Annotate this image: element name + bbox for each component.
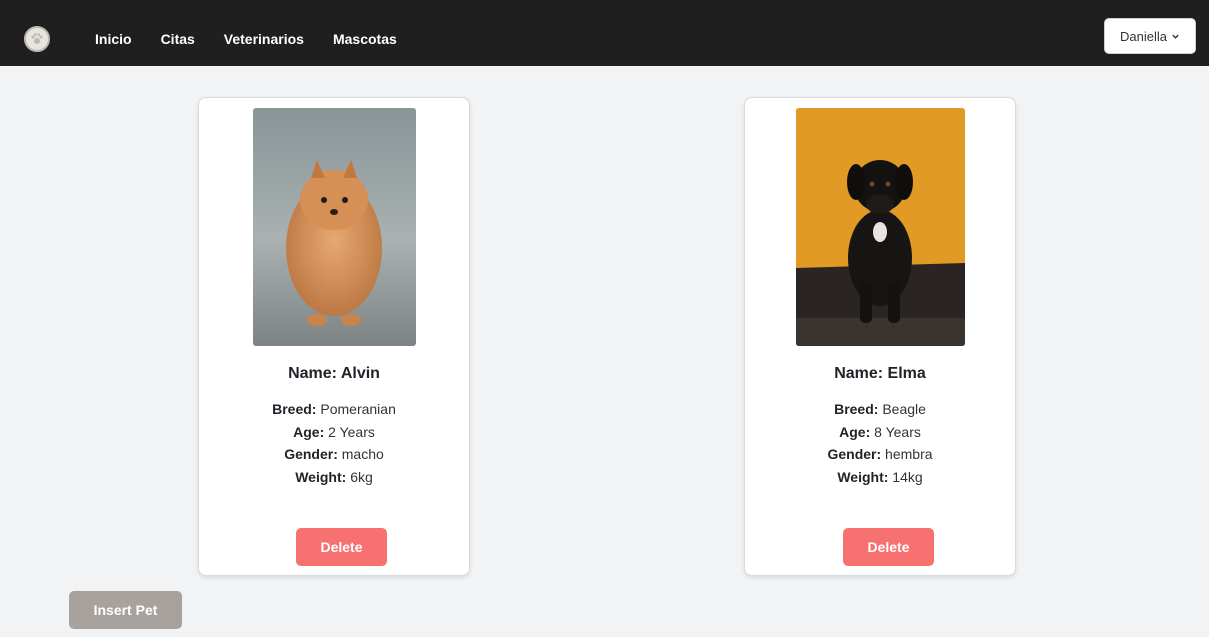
pet-photo [796, 108, 965, 346]
insert-pet-button[interactable]: Insert Pet [69, 591, 182, 629]
nav-link-inicio[interactable]: Inicio [95, 30, 132, 48]
pet-age-row: Age: 8 Years [745, 421, 1015, 444]
pet-card-alvin: Name: Alvin Breed: Pomeranian Age: 2 Yea… [198, 97, 470, 576]
weight-value: 14kg [892, 468, 923, 485]
nav-links: Inicio Citas Veterinarios Mascotas [95, 30, 426, 48]
pet-weight-row: Weight: 14kg [745, 466, 1015, 489]
nav-link-citas[interactable]: Citas [161, 30, 195, 48]
user-name: Daniella [1120, 28, 1167, 44]
top-navbar: Inicio Citas Veterinarios Mascotas Danie… [0, 0, 1209, 66]
paw-logo-icon[interactable] [24, 26, 50, 52]
weight-value: 6kg [350, 468, 373, 485]
pet-weight-row: Weight: 6kg [199, 466, 469, 489]
pet-photo [253, 108, 416, 346]
breed-value: Beagle [882, 401, 926, 417]
delete-button[interactable]: Delete [296, 528, 387, 566]
pet-age-row: Age: 2 Years [199, 421, 469, 444]
age-value: 2 Years [328, 423, 375, 440]
pet-name: Name: Alvin [288, 365, 380, 382]
pet-gender-row: Gender: hembra [745, 443, 1015, 466]
pet-breed-row: Breed: Beagle [745, 398, 1015, 421]
gender-value: hembra [885, 446, 933, 462]
pet-gender-row: Gender: macho [199, 443, 469, 466]
nav-link-veterinarios[interactable]: Veterinarios [224, 30, 304, 48]
pet-details: Breed: Pomeranian Age: 2 Years Gender: m… [199, 398, 469, 488]
pet-breed-row: Breed: Pomeranian [199, 398, 469, 421]
user-menu-button[interactable]: Daniella [1104, 18, 1196, 54]
pet-details: Breed: Beagle Age: 8 Years Gender: hembr… [745, 398, 1015, 488]
gender-label: Gender: [284, 446, 338, 462]
breed-label: Breed: [272, 401, 317, 417]
gender-label: Gender: [827, 446, 882, 462]
age-value: 8 Years [874, 423, 921, 440]
breed-value: Pomeranian [320, 401, 396, 417]
age-label: Age: [839, 423, 871, 440]
delete-button[interactable]: Delete [843, 528, 934, 566]
chevron-down-icon [1172, 34, 1179, 39]
breed-label: Breed: [834, 401, 879, 417]
weight-label: Weight: [837, 468, 889, 485]
weight-label: Weight: [295, 468, 347, 485]
gender-value: macho [341, 446, 384, 462]
nav-link-mascotas[interactable]: Mascotas [333, 30, 397, 48]
age-label: Age: [293, 423, 325, 440]
pet-card-elma: Name: Elma Breed: Beagle Age: 8 Years Ge… [744, 97, 1016, 576]
pet-name: Name: Elma [834, 365, 926, 382]
